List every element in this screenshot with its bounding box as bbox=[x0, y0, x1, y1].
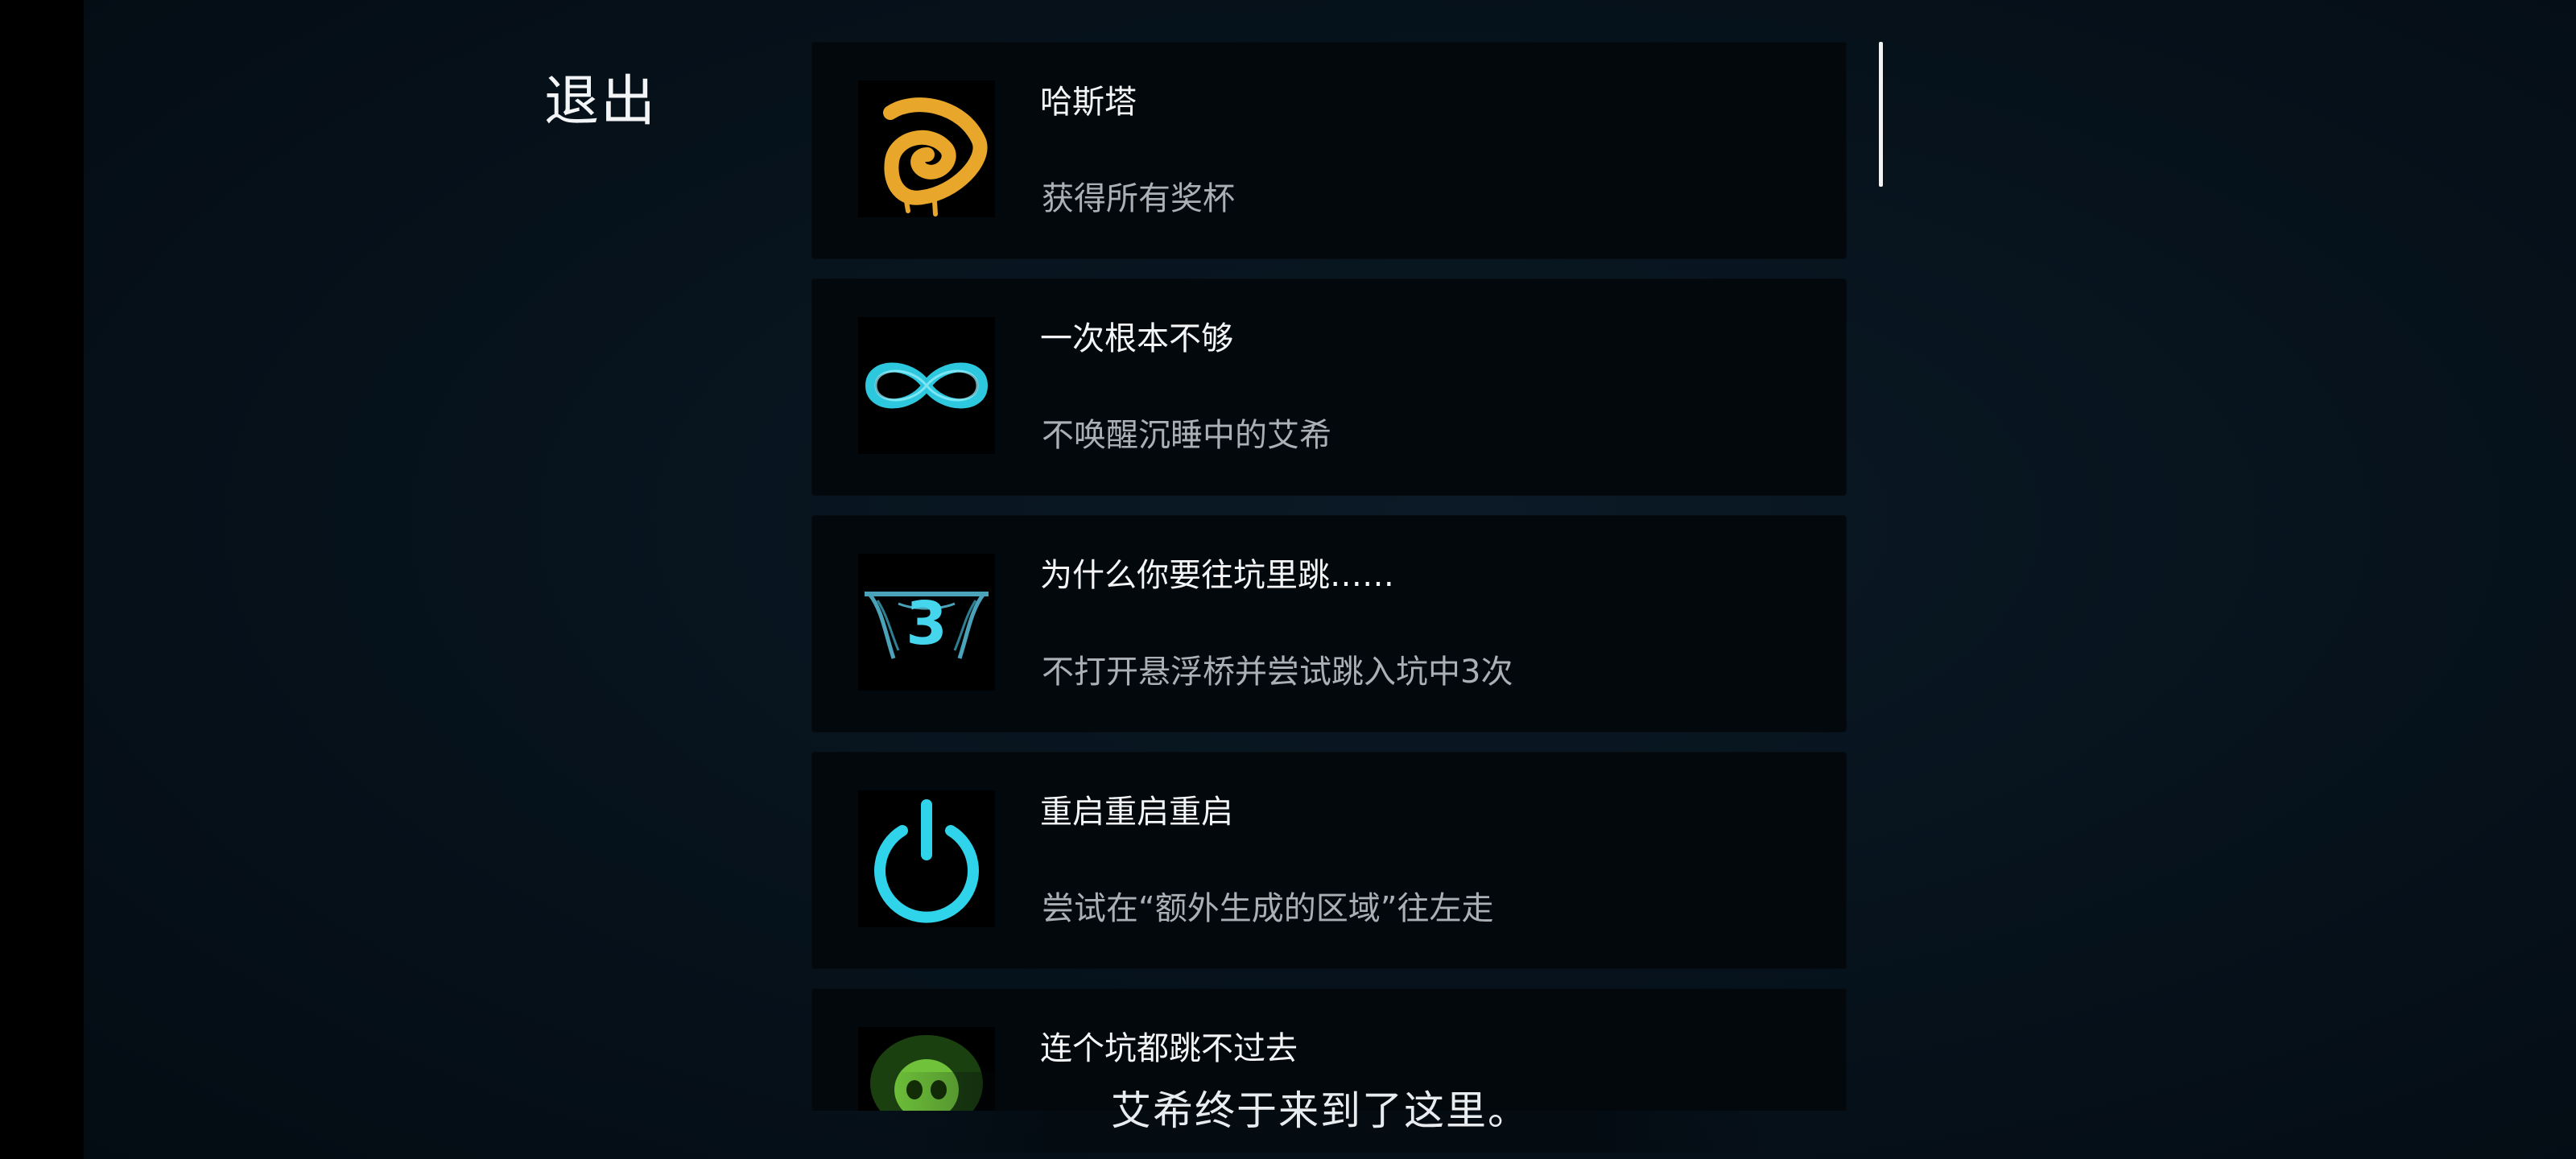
hastur-sigil-icon bbox=[858, 80, 995, 217]
achievement-description: 不打开悬浮桥并尝试跳入坑中3次 bbox=[1042, 654, 1513, 691]
achievement-item[interactable]: 重启重启重启 尝试在“额外生成的区域”往左走 bbox=[811, 752, 1847, 969]
achievement-item[interactable]: 一次根本不够 不唤醒沉睡中的艾希 bbox=[811, 278, 1847, 496]
achievement-title: 一次根本不够 bbox=[1040, 320, 1233, 357]
left-black-bar bbox=[0, 0, 84, 1159]
power-icon bbox=[858, 790, 995, 927]
achievement-description: 不唤醒沉睡中的艾希 bbox=[1042, 417, 1331, 454]
achievement-description: 尝试在“额外生成的区域”往左走 bbox=[1042, 890, 1494, 927]
achievement-title: 重启重启重启 bbox=[1040, 794, 1233, 831]
dialogue-subtitle: 艾希终于来到了这里。 bbox=[1111, 1087, 1530, 1134]
pit-three-icon: 3 bbox=[858, 554, 995, 691]
infinity-icon bbox=[858, 317, 995, 454]
achievement-title: 连个坑都跳不过去 bbox=[1040, 1030, 1298, 1067]
pit-count-label: 3 bbox=[906, 589, 947, 658]
list-scrollbar[interactable] bbox=[1879, 42, 1883, 187]
achievement-title: 为什么你要往坑里跳…… bbox=[1040, 557, 1394, 594]
achievement-title: 哈斯塔 bbox=[1040, 84, 1137, 121]
achievement-item[interactable]: 3 为什么你要往坑里跳…… 不打开悬浮桥并尝试跳入坑中3次 bbox=[811, 515, 1847, 732]
exit-button[interactable]: 退出 bbox=[544, 56, 657, 136]
achievement-list[interactable]: 哈斯塔 获得所有奖杯 一次根本不够 不唤醒沉睡中的艾希 3 为什么你要往坑里跳…… bbox=[811, 42, 1847, 1111]
game-screen: 退出 哈斯塔 获得所有奖杯 一次根本不够 不唤醒沉睡中的艾希 3 为什么你要往坑… bbox=[0, 0, 2576, 1159]
achievement-description: 获得所有奖杯 bbox=[1042, 180, 1235, 217]
achievement-item[interactable]: 哈斯塔 获得所有奖杯 bbox=[811, 42, 1847, 259]
